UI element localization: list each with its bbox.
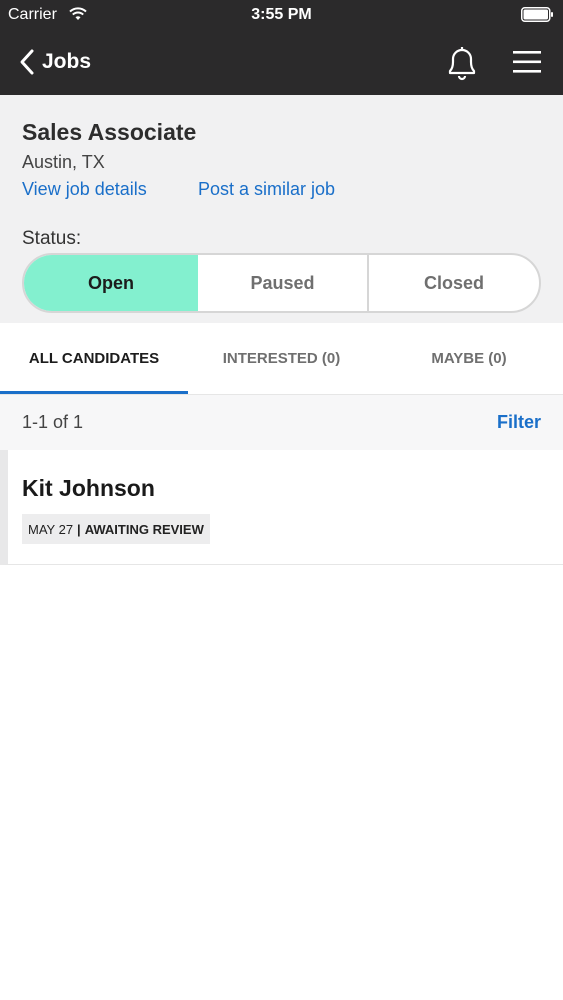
badge-separator: | (77, 521, 81, 537)
status-bar: Carrier 3:55 PM (0, 0, 563, 30)
status-closed-option[interactable]: Closed (369, 255, 539, 311)
candidate-status-badge: MAY 27 | AWAITING REVIEW (22, 514, 210, 544)
status-segmented-control: Open Paused Closed (22, 253, 541, 313)
candidate-name: Kit Johnson (22, 475, 155, 501)
candidate-list-item[interactable]: Kit Johnson MAY 27 | AWAITING REVIEW (0, 450, 563, 565)
bell-icon[interactable] (444, 43, 480, 81)
results-bar: 1-1 of 1 Filter (0, 394, 563, 450)
tab-interested[interactable]: INTERESTED (0) (188, 323, 375, 394)
job-title: Sales Associate (22, 119, 197, 145)
status-paused-option[interactable]: Paused (198, 255, 369, 311)
status-label: Status: (22, 228, 82, 249)
candidate-tabs: ALL CANDIDATES INTERESTED (0) MAYBE (0) (0, 323, 563, 394)
back-label: Jobs (42, 50, 92, 73)
clock: 3:55 PM (251, 6, 312, 23)
candidate-status: AWAITING REVIEW (84, 521, 204, 537)
job-location: Austin, TX (22, 152, 105, 172)
results-count: 1-1 of 1 (22, 412, 84, 432)
candidate-date: MAY 27 (28, 521, 74, 537)
tab-all-candidates[interactable]: ALL CANDIDATES (0, 323, 188, 394)
hamburger-menu-icon[interactable] (509, 47, 545, 77)
job-summary: Sales Associate Austin, TX View job deta… (0, 95, 563, 323)
status-open-option[interactable]: Open (24, 255, 198, 311)
filter-button[interactable]: Filter (497, 412, 541, 433)
back-button[interactable]: Jobs (18, 46, 91, 78)
post-similar-job-link[interactable]: Post a similar job (198, 179, 335, 200)
tab-maybe[interactable]: MAYBE (0) (375, 323, 563, 394)
view-job-details-link[interactable]: View job details (22, 179, 147, 200)
chevron-left-icon (20, 49, 34, 75)
battery-icon (521, 7, 553, 22)
navigation-bar: Jobs (0, 30, 563, 95)
